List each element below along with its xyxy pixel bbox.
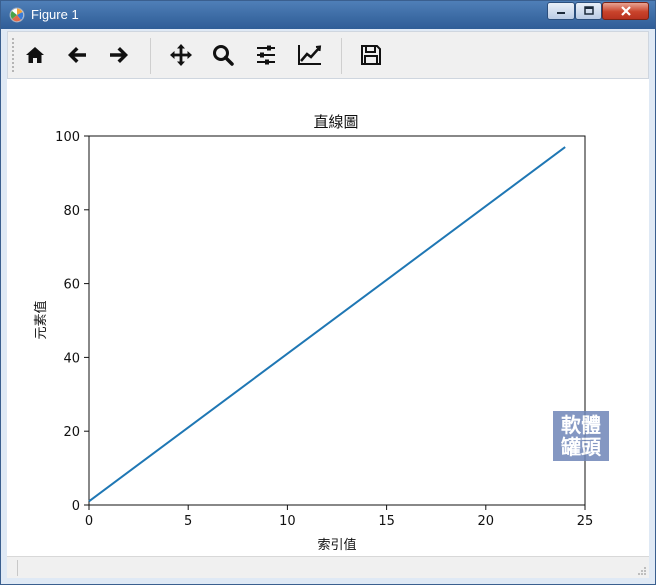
title-bar[interactable]: Figure 1 [1, 1, 655, 29]
x-tick-label: 5 [184, 514, 192, 529]
maximize-icon [583, 6, 594, 15]
status-bar [7, 556, 649, 578]
forward-arrow-icon [110, 47, 128, 63]
window-title: Figure 1 [31, 7, 79, 22]
x-tick-label: 20 [478, 514, 495, 529]
line-chart: 直線圖 0 5 10 15 20 25 0 20 40 60 80 100 索引值 元素值 [33, 113, 594, 553]
zoom-icon [213, 45, 234, 66]
watermark-text: 軟體罐頭 [561, 413, 601, 459]
x-tick-label: 0 [85, 514, 93, 529]
toolbar-separator [150, 38, 151, 74]
figure-canvas[interactable]: 直線圖 0 5 10 15 20 25 0 20 40 60 80 100 索引值 元素值 [7, 79, 649, 556]
configure-subplots-button[interactable] [250, 39, 282, 71]
y-tick-label: 0 [72, 499, 80, 514]
minimize-icon [557, 12, 565, 14]
minimize-button[interactable] [547, 2, 575, 20]
maximize-button[interactable] [575, 2, 602, 20]
x-tick-label: 25 [577, 514, 594, 529]
y-axis-label: 元素值 [33, 300, 49, 339]
y-tick-label: 40 [63, 351, 80, 366]
toolbar-grip[interactable] [12, 38, 17, 72]
zoom-button[interactable] [207, 39, 239, 71]
y-tick-label: 60 [63, 278, 80, 293]
y-tick-label: 20 [63, 425, 80, 440]
forward-button[interactable] [103, 39, 135, 71]
toolbar-separator [341, 38, 342, 74]
configure-subplots-icon [257, 45, 275, 65]
status-separator [17, 560, 18, 576]
x-tick-label: 15 [378, 514, 395, 529]
figure-window: Figure 1 直線圖 0 5 10 15 20 25 0 20 40 60 … [0, 0, 656, 585]
chart-title: 直線圖 [313, 113, 358, 131]
y-tick-label: 100 [55, 130, 80, 145]
edit-axis-icon [298, 45, 322, 65]
pan-button[interactable] [165, 39, 197, 71]
close-icon [620, 6, 631, 16]
watermark-logo: 軟體罐頭 [553, 411, 609, 461]
plot-area [88, 135, 586, 506]
close-button[interactable] [602, 2, 649, 20]
save-button[interactable] [355, 39, 387, 71]
matplotlib-logo-icon [9, 7, 25, 23]
window-frame-right [649, 29, 655, 584]
navigation-toolbar [7, 31, 649, 79]
save-icon [361, 45, 381, 65]
home-icon [26, 47, 44, 63]
resize-grip-icon[interactable] [637, 566, 647, 576]
back-arrow-icon [68, 47, 86, 63]
back-button[interactable] [61, 39, 93, 71]
edit-axis-button[interactable] [294, 39, 326, 71]
y-tick-label: 80 [63, 204, 80, 219]
x-tick-label: 10 [279, 514, 296, 529]
x-axis-label: 索引值 [317, 537, 356, 553]
home-button[interactable] [19, 39, 51, 71]
pan-icon [170, 44, 192, 66]
